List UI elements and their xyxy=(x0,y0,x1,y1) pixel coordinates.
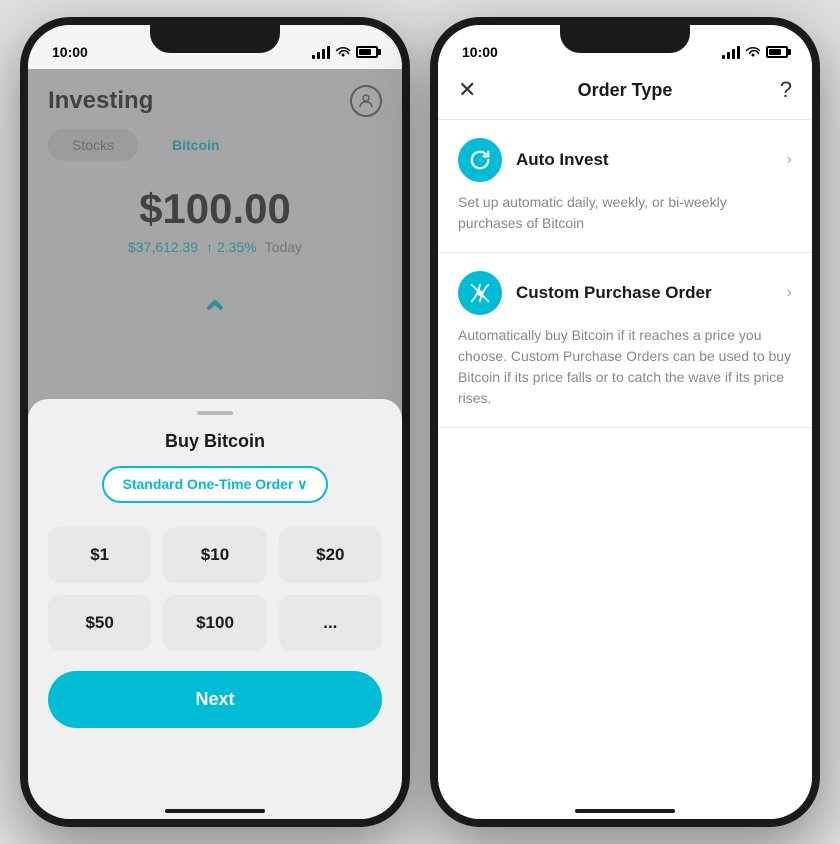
right-phone: 10:00 ✕ Order Type ? xyxy=(430,17,820,827)
home-indicator-right xyxy=(575,809,675,813)
left-phone-content: Investing Stocks Bitcoin $100.00 $37,612… xyxy=(28,69,402,819)
sheet-handle xyxy=(197,411,233,415)
auto-invest-left: Auto Invest xyxy=(458,138,609,182)
amount-btn-50[interactable]: $50 xyxy=(48,595,151,651)
amount-btn-1[interactable]: $1 xyxy=(48,527,151,583)
notch xyxy=(150,25,280,53)
home-indicator-left xyxy=(165,809,265,813)
notch-right xyxy=(560,25,690,53)
custom-order-name: Custom Purchase Order xyxy=(516,283,712,303)
custom-order-desc: Automatically buy Bitcoin if it reaches … xyxy=(458,325,792,409)
status-icons-right xyxy=(722,46,788,59)
order-type-button[interactable]: Standard One-Time Order ∨ xyxy=(102,466,327,503)
auto-invest-option[interactable]: Auto Invest › Set up automatic daily, we… xyxy=(438,120,812,253)
header-title: Order Type xyxy=(578,80,673,101)
wifi-icon xyxy=(335,46,351,58)
auto-invest-icon xyxy=(458,138,502,182)
amount-btn-100[interactable]: $100 xyxy=(163,595,266,651)
time-left: 10:00 xyxy=(52,44,88,60)
signal-icon-right xyxy=(722,46,740,59)
sheet-title: Buy Bitcoin xyxy=(48,431,382,452)
status-icons-left xyxy=(312,46,378,59)
order-type-header: ✕ Order Type ? xyxy=(438,69,812,120)
custom-order-left: Custom Purchase Order xyxy=(458,271,712,315)
custom-order-icon xyxy=(458,271,502,315)
amount-btn-20[interactable]: $20 xyxy=(279,527,382,583)
custom-order-chevron: › xyxy=(787,284,792,302)
right-phone-content: ✕ Order Type ? Auto Invest › Set up au xyxy=(438,69,812,819)
auto-invest-desc: Set up automatic daily, weekly, or bi-we… xyxy=(458,192,792,234)
bottom-sheet: Buy Bitcoin Standard One-Time Order ∨ $1… xyxy=(28,399,402,819)
auto-invest-name: Auto Invest xyxy=(516,150,609,170)
amount-btn-10[interactable]: $10 xyxy=(163,527,266,583)
next-button[interactable]: Next xyxy=(48,671,382,728)
left-phone: 10:00 Investing xyxy=(20,17,410,827)
auto-invest-main: Auto Invest › xyxy=(458,138,792,182)
signal-icon xyxy=(312,46,330,59)
wifi-icon-right xyxy=(745,46,761,58)
help-button[interactable]: ? xyxy=(760,77,792,103)
custom-order-option[interactable]: Custom Purchase Order › Automatically bu… xyxy=(438,253,812,428)
battery-icon xyxy=(356,46,378,58)
amount-btn-more[interactable]: ... xyxy=(279,595,382,651)
auto-invest-chevron: › xyxy=(787,151,792,169)
custom-order-main: Custom Purchase Order › xyxy=(458,271,792,315)
time-right: 10:00 xyxy=(462,44,498,60)
battery-icon-right xyxy=(766,46,788,58)
close-button[interactable]: ✕ xyxy=(458,77,490,103)
amount-grid: $1 $10 $20 $50 $100 ... xyxy=(48,527,382,651)
order-type-label: Standard One-Time Order ∨ xyxy=(122,476,307,493)
